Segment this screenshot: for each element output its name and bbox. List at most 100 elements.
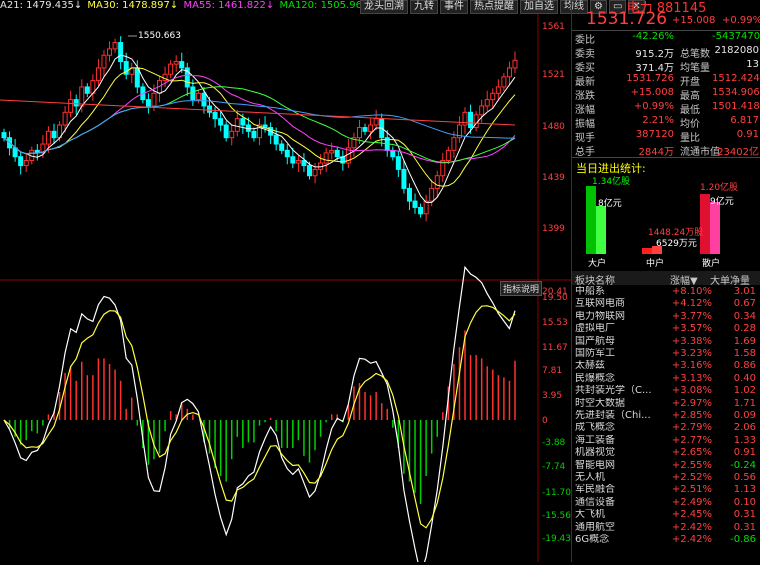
legend-ma30: MA30: 1478.897↓ [87,0,179,11]
candle-body [484,99,490,107]
sector-head-pct[interactable]: 涨幅▼ [670,272,698,287]
candle-body [251,130,257,139]
big-out-bar [596,206,606,254]
quote-value: 1531.726 [626,73,674,84]
sector-row[interactable]: 先进封装（Chi... +2.85% 0.09 [572,410,760,422]
candle-body [273,134,279,145]
candle-body [395,156,401,170]
small-out-bar [710,202,720,254]
candle-body [362,127,368,132]
quote-value: +15.008 [630,87,674,98]
sector-row[interactable]: 机器视觉 +2.65% 0.91 [572,447,760,459]
sector-row[interactable]: 海工装备 +2.77% 1.33 [572,435,760,447]
sector-pct: +2.97% [671,397,712,409]
sector-pct: +3.77% [671,310,712,322]
sector-row[interactable]: 国防军工 +3.23% 1.58 [572,348,760,360]
candle-body [412,200,418,208]
candle-body [73,99,79,107]
candle-body [207,105,213,113]
sector-row[interactable]: 电力物联网 +3.77% 0.34 [572,311,760,323]
sector-row[interactable]: 国产航母 +3.38% 1.69 [572,336,760,348]
candle-body [501,76,507,88]
candle-body [68,99,74,113]
quote-value: 1501.418 [712,101,760,112]
toolbar-btn-dragon[interactable]: 龙头回溯 [360,0,408,14]
sector-flow: 0.67 [733,298,756,310]
sector-flow: 1.02 [733,385,756,397]
kline-chart-area[interactable]: 1561 1521 1480 1439 1399 20.41 19.50 15.53 11.67… [0,0,571,565]
sector-row[interactable]: 通用航空 +2.42% 0.31 [572,522,760,534]
sector-name: 先进封装（Chi... [575,410,651,421]
indicator-help-button[interactable]: 指标说明 [500,281,543,296]
big-in-bar [586,186,596,254]
sector-table-header[interactable]: 板块名称 涨幅▼ 大单净量 [572,271,760,287]
high-annotation: 1550.663 [138,31,181,41]
sector-head-name[interactable]: 板块名称 [575,272,615,287]
quote-sidebar: 电力 881145 1531.726 +15.008 +0.99% 委比 -42.… [571,0,760,562]
sector-row[interactable]: 虚拟电厂 +3.57% 0.28 [572,323,760,335]
sector-row[interactable]: 时空大数据 +2.97% 1.71 [572,398,760,410]
sector-row[interactable]: 共封装光学（C... +3.08% 1.02 [572,385,760,397]
sector-flow: -0.24 [730,459,756,471]
sector-flow: 0.28 [733,323,756,335]
quote-label: 总手 [575,147,595,158]
sector-row[interactable]: 太赫兹 +3.16% 0.86 [572,360,760,372]
sector-name: 通信设备 [575,496,615,508]
quote-label: 最高 [680,91,700,102]
quote-value: 6.817 [730,115,759,126]
candle-body [240,118,246,126]
sector-row[interactable]: 中船系 +8.10% 3.01 [572,286,760,298]
sector-row[interactable]: 6G概念 +2.42% -0.86 [572,534,760,546]
sector-row[interactable]: 通信设备 +2.49% 0.10 [572,497,760,509]
candle-body [490,92,496,101]
sector-pct: +4.12% [671,298,712,310]
quote-label: 现手 [575,133,595,144]
toolbar-btn-hotspot[interactable]: 热点提醒 [470,0,518,14]
price-tick: 1480 [542,122,565,132]
sector-pct: +2.49% [671,496,712,508]
indicator-tick: 11.67 [542,343,568,353]
sector-pct: +8.10% [671,286,712,297]
sector-flow: 3.01 [733,286,756,297]
sector-flow: 0.09 [733,410,756,421]
sector-name: 国防军工 [575,348,615,359]
indicator-tick: -7.74 [542,462,566,472]
candle-body [45,130,51,145]
quote-label: 开盘 [680,77,700,88]
toolbar-btn-nine[interactable]: 九转 [410,0,438,14]
sector-row[interactable]: 军民融合 +2.51% 1.13 [572,484,760,496]
sector-name: 共封装光学（C... [575,385,652,397]
sector-row[interactable]: 民爆概念 +3.13% 0.40 [572,373,760,385]
candle-body [212,111,218,120]
indicator-tick: 0 [542,416,548,426]
sector-flow: -0.86 [730,534,756,545]
candle-body [62,111,68,126]
sector-pct: +3.13% [671,372,712,384]
sector-row[interactable]: 互联网电商 +4.12% 0.67 [572,298,760,310]
candle-body [512,59,518,69]
candle-body [23,160,29,167]
candle-body [406,187,412,202]
toolbar-btn-event[interactable]: 事件 [440,0,468,14]
toolbar-btn-add-fav[interactable]: 加自选 [520,0,558,14]
quote-row: 振幅 2.21% 均价 6.817 [572,115,760,130]
candle-body [151,92,157,107]
sector-name: 时空大数据 [575,397,625,409]
sector-row[interactable]: 智能电网 +2.55% -0.24 [572,460,760,472]
quote-label: 最低 [680,105,700,116]
candle-body [418,206,424,215]
quote-label: 涨跌 [575,91,595,102]
sector-row[interactable]: 大飞机 +2.45% 0.31 [572,509,760,521]
candle-body [390,149,396,158]
sector-pct: +2.51% [671,484,712,496]
sector-row[interactable]: 无人机 +2.52% 0.56 [572,472,760,484]
sector-name: 通用航空 [575,521,615,533]
sector-name: 虚拟电厂 [575,323,615,335]
sector-head-flow[interactable]: 大单净量 [710,272,750,287]
kline-svg[interactable]: 1561152114801439139920.4119.5015.5311.67… [0,0,571,565]
quote-label: 振幅 [575,119,595,130]
candle-body [312,168,318,177]
sector-row[interactable]: 成飞概念 +2.79% 2.06 [572,422,760,434]
sector-flow: 0.31 [733,521,756,533]
candle-body [168,63,174,75]
